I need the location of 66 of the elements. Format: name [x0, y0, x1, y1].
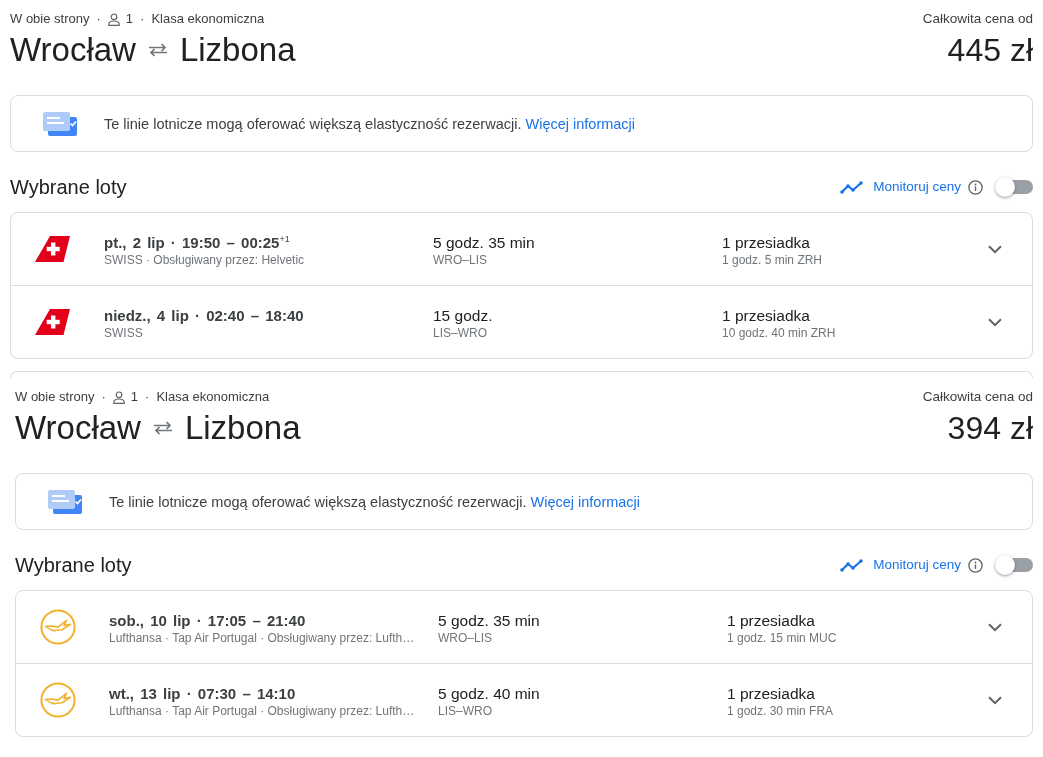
layover-text: 1 godz. 15 min MUC	[727, 629, 838, 647]
flight-duration: 5 godz. 40 min	[438, 683, 541, 703]
price-label: Całkowita cena od	[922, 11, 1033, 27]
destination-city: Lizbona	[184, 408, 301, 448]
swap-arrows-icon	[147, 43, 168, 57]
separator-dot: ·	[145, 389, 150, 405]
flight-duration: 5 godz. 35 min	[438, 610, 541, 630]
track-prices-label[interactable]: Monitoruj ceny	[873, 179, 961, 195]
section-heading: Wybrane loty	[15, 553, 132, 578]
tail-fin-icon	[35, 236, 70, 262]
section-heading: Wybrane loty	[10, 175, 127, 200]
airline-text: SWISS	[104, 324, 144, 342]
layover-text: 10 godz. 40 min ZRH	[722, 324, 837, 342]
separator-dot: ·	[101, 389, 106, 405]
person-icon	[107, 12, 120, 26]
trend-line-icon	[840, 558, 864, 572]
separator-dot: ·	[96, 11, 101, 27]
cabin-class-text: Klasa ekonomiczna	[156, 389, 270, 405]
stops-text: 1 przesiadka	[727, 610, 816, 630]
origin-city: Wrocław	[10, 30, 136, 70]
more-info-link[interactable]: Więcej informacji	[525, 115, 636, 132]
stops-text: 1 przesiadka	[722, 305, 811, 325]
price-value: 394 zł	[947, 409, 1033, 448]
info-icon[interactable]	[968, 557, 983, 573]
bird-circle-icon	[40, 682, 76, 718]
swap-arrows-icon	[152, 421, 173, 435]
cabin-class-text: Klasa ekonomiczna	[151, 11, 265, 27]
destination-city: Lizbona	[179, 30, 296, 70]
notice-text: Te linie lotnicze mogą oferować większą elastyczność rezerwacji. Więcej informacji	[109, 493, 641, 510]
track-prices-label[interactable]: Monitoruj ceny	[873, 557, 961, 573]
more-info-link[interactable]: Więcej informacji	[530, 493, 641, 510]
airline-text: SWISS · Obsługiwany przez: Helvetic	[104, 251, 306, 269]
trip-type-text: W obie strony	[15, 389, 95, 405]
route-codes: WRO–LIS	[438, 629, 493, 647]
stops-text: 1 przesiadka	[727, 683, 816, 703]
separator-dot: ·	[140, 11, 145, 27]
price-label: Całkowita cena od	[922, 389, 1033, 405]
toggle-switch[interactable]	[995, 177, 1033, 197]
origin-city: Wrocław	[15, 408, 141, 448]
flight-duration: 5 godz. 35 min	[433, 232, 536, 252]
info-icon[interactable]	[968, 179, 983, 195]
flight-times: pt., 2 lip · 19:50 – 00:25$^{+1}$	[104, 232, 291, 252]
cards-check-icon	[43, 111, 77, 136]
trend-line-icon	[840, 180, 864, 194]
cards-check-icon	[48, 489, 82, 514]
layover-text: 1 godz. 30 min FRA	[727, 702, 835, 720]
bird-circle-icon	[40, 609, 76, 645]
airline-text: Lufthansa · Tap Air Portugal · Obsługiwany przez: Lufth…	[109, 629, 416, 647]
route-codes: LIS–WRO	[438, 702, 493, 720]
passenger-count: 1	[130, 389, 139, 405]
notice-text: Te linie lotnicze mogą oferować większą elastyczność rezerwacji. Więcej informacji	[104, 115, 636, 132]
flight-duration: 15 godz.	[433, 305, 494, 325]
flight-times: niedz., 4 lip · 02:40 – 18:40	[104, 305, 305, 325]
passenger-count: 1	[125, 11, 134, 27]
airline-text: Lufthansa · Tap Air Portugal · Obsługiwany przez: Lufth…	[109, 702, 416, 720]
layover-text: 1 godz. 5 min ZRH	[722, 251, 824, 269]
trip-type-text: W obie strony	[10, 11, 90, 27]
price-value: 445 zł	[947, 31, 1033, 70]
stops-text: 1 przesiadka	[722, 232, 811, 252]
toggle-switch[interactable]	[995, 555, 1033, 575]
route-codes: WRO–LIS	[433, 251, 488, 269]
route-codes: LIS–WRO	[433, 324, 488, 342]
flight-times: sob., 10 lip · 17:05 – 21:40	[109, 610, 307, 630]
tail-fin-icon	[35, 309, 70, 335]
flight-times: wt., 13 lip · 07:30 – 14:10	[109, 683, 297, 703]
person-icon	[112, 390, 125, 404]
